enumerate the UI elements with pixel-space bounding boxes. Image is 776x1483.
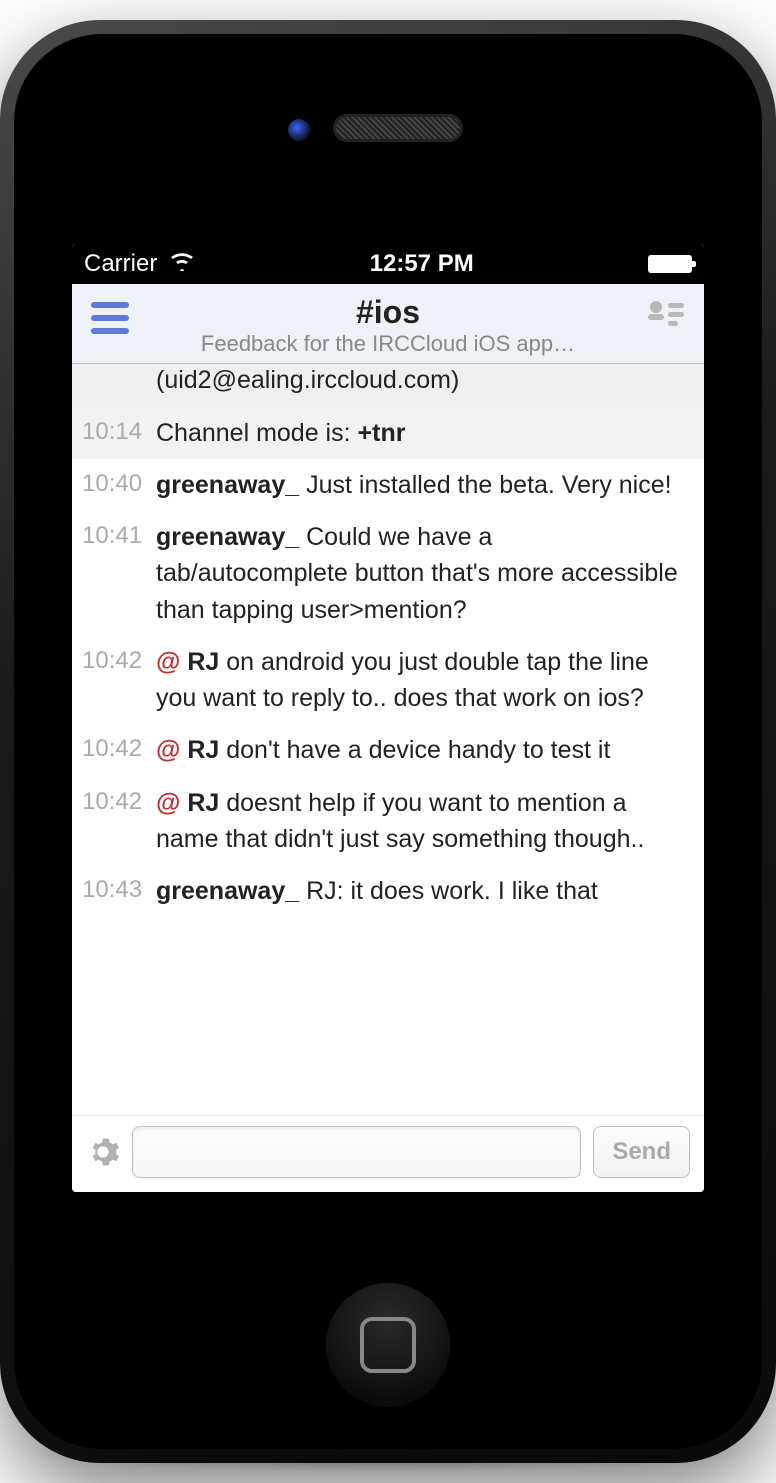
earpiece-speaker — [333, 114, 463, 142]
phone-frame: Carrier 12:57 PM #ios Feedback for the I… — [0, 20, 776, 1463]
mode-prefix: Channel mode is: — [156, 419, 358, 447]
settings-button[interactable] — [86, 1135, 120, 1169]
message-row[interactable]: 10:42@ RJ doesnt help if you want to men… — [72, 777, 704, 866]
status-time: 12:57 PM — [195, 250, 648, 278]
message-body: @ RJ doesnt help if you want to mention … — [156, 785, 690, 858]
join-host: (uid2@ealing.irccloud.com) — [156, 366, 459, 394]
message-time: 10:40 — [82, 467, 156, 503]
nick: RJ — [187, 736, 226, 764]
people-icon — [646, 299, 686, 338]
mode-value: +tnr — [358, 419, 406, 447]
message-body: ▣ → @ james joined (uid2@ealing.irccloud… — [156, 364, 690, 399]
nick: greenaway_ — [156, 877, 306, 905]
join-event-row: 10:14 ▣ → @ james joined (uid2@ealing.ir… — [72, 364, 704, 407]
header-center: #ios Feedback for the IRCCloud iOS app… — [144, 294, 632, 357]
op-symbol: @ — [156, 789, 187, 817]
nick: greenaway_ — [156, 471, 306, 499]
message-text: Just installed the beta. Very nice! — [306, 471, 672, 499]
message-time: 10:41 — [82, 519, 156, 628]
message-text: don't have a device handy to test it — [226, 736, 610, 764]
message-row[interactable]: 10:14Channel mode is: +tnr — [72, 407, 704, 459]
message-row[interactable]: 10:43greenaway_ RJ: it does work. I like… — [72, 865, 704, 917]
message-body: @ RJ don't have a device handy to test i… — [156, 732, 690, 768]
wifi-icon — [169, 250, 195, 278]
message-input[interactable] — [132, 1126, 581, 1178]
menu-button[interactable] — [86, 294, 134, 342]
app-header: #ios Feedback for the IRCCloud iOS app… — [72, 284, 704, 364]
send-button[interactable]: Send — [593, 1126, 690, 1178]
message-row[interactable]: 10:41greenaway_ Could we have a tab/auto… — [72, 511, 704, 636]
status-right — [648, 255, 692, 273]
battery-icon — [648, 255, 692, 273]
message-time: 10:42 — [82, 732, 156, 768]
nick: RJ — [187, 789, 226, 817]
message-time: 10:43 — [82, 873, 156, 909]
message-list[interactable]: 10:14 ▣ → @ james joined (uid2@ealing.ir… — [72, 364, 704, 1115]
input-bar: Send — [72, 1115, 704, 1192]
op-symbol: @ — [156, 736, 187, 764]
message-body: greenaway_ Just installed the beta. Very… — [156, 467, 690, 503]
status-left: Carrier — [84, 250, 195, 278]
message-body: @ RJ on android you just double tap the … — [156, 644, 690, 717]
status-bar: Carrier 12:57 PM — [72, 244, 704, 284]
op-symbol: @ — [156, 648, 187, 676]
message-time: 10:14 — [82, 364, 156, 399]
message-body: greenaway_ RJ: it does work. I like that — [156, 873, 690, 909]
nick: RJ — [187, 648, 226, 676]
message-row[interactable]: 10:42@ RJ on android you just double tap… — [72, 636, 704, 725]
message-row[interactable]: 10:42@ RJ don't have a device handy to t… — [72, 724, 704, 776]
members-button[interactable] — [642, 294, 690, 342]
message-body: greenaway_ Could we have a tab/autocompl… — [156, 519, 690, 628]
message-time: 10:42 — [82, 644, 156, 717]
front-camera — [288, 119, 310, 141]
home-button[interactable] — [326, 1283, 450, 1407]
message-row[interactable]: 10:40greenaway_ Just installed the beta.… — [72, 459, 704, 511]
message-text: doesnt help if you want to mention a nam… — [156, 789, 644, 853]
message-time: 10:14 — [82, 415, 156, 451]
channel-name: #ios — [144, 294, 632, 331]
nick: greenaway_ — [156, 523, 306, 551]
message-text: RJ: it does work. I like that — [306, 877, 598, 905]
message-body: Channel mode is: +tnr — [156, 415, 690, 451]
hamburger-icon — [91, 302, 129, 334]
message-time: 10:42 — [82, 785, 156, 858]
message-text: on android you just double tap the line … — [156, 648, 649, 712]
carrier-label: Carrier — [84, 250, 157, 278]
screen: Carrier 12:57 PM #ios Feedback for the I… — [72, 244, 704, 1192]
phone-inner: Carrier 12:57 PM #ios Feedback for the I… — [14, 34, 762, 1449]
channel-topic: Feedback for the IRCCloud iOS app… — [144, 331, 632, 357]
